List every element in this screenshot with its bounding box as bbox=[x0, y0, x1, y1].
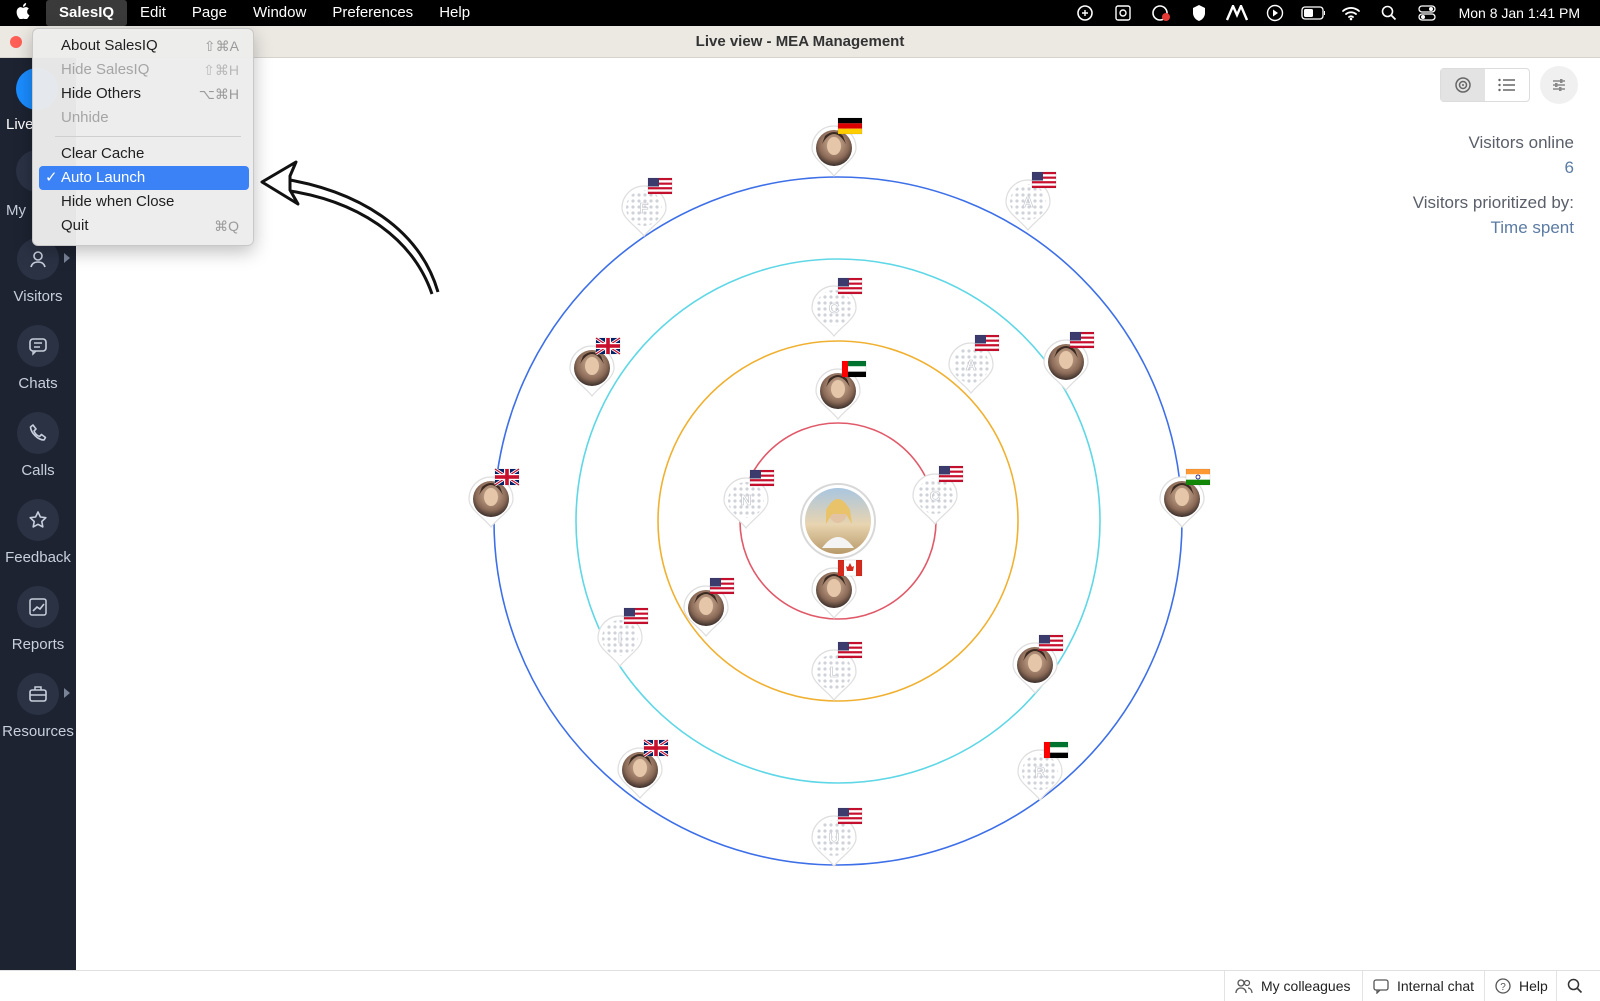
country-flag-icon bbox=[595, 336, 621, 356]
shortcut-label: ⌥⌘H bbox=[198, 86, 239, 102]
visitor-pin[interactable] bbox=[815, 360, 867, 420]
menu-item-label: Hide when Close bbox=[61, 193, 175, 210]
country-flag-icon bbox=[837, 807, 863, 825]
svg-text:?: ? bbox=[1500, 982, 1506, 993]
country-flag-icon bbox=[974, 334, 1000, 352]
visitor-pin[interactable]: L bbox=[811, 641, 863, 701]
visitor-pin[interactable] bbox=[811, 559, 863, 619]
country-flag-icon bbox=[623, 607, 649, 625]
visitor-initial: I bbox=[618, 630, 622, 647]
visitor-pin[interactable] bbox=[617, 738, 669, 799]
visitor-pin[interactable]: C bbox=[912, 465, 964, 525]
visitor-initial: A bbox=[966, 357, 977, 374]
visitor-initial: F bbox=[639, 200, 648, 217]
country-flag-icon bbox=[841, 360, 867, 378]
country-flag-icon bbox=[643, 738, 669, 758]
colleagues-icon bbox=[1235, 979, 1253, 994]
shortcut-label: ⇧⌘H bbox=[203, 62, 239, 78]
visitor-initial: R bbox=[1035, 764, 1046, 781]
colleagues-label: My colleagues bbox=[1261, 978, 1351, 994]
country-flag-icon bbox=[837, 277, 863, 295]
menu-item-hide-when-close[interactable]: Hide when Close bbox=[39, 190, 249, 214]
menu-item-hide-others[interactable]: Hide Others ⌥⌘H bbox=[39, 82, 249, 106]
menu-item-clear-cache[interactable]: Clear Cache bbox=[39, 142, 249, 166]
agent-avatar[interactable] bbox=[800, 483, 876, 559]
my-colleagues-button[interactable]: My colleagues bbox=[1224, 971, 1361, 1001]
visitor-initial: U bbox=[829, 830, 840, 847]
country-flag-icon bbox=[1031, 171, 1057, 189]
bottom-statusbar: My colleagues Internal chat ? Help bbox=[0, 970, 1600, 1001]
visitor-pin[interactable]: C bbox=[811, 277, 863, 337]
menu-item-label: Clear Cache bbox=[61, 145, 145, 162]
internal-chat-button[interactable]: Internal chat bbox=[1362, 971, 1484, 1001]
visitor-initial: L bbox=[829, 664, 838, 681]
visitor-pin[interactable]: F bbox=[621, 177, 673, 237]
country-flag-icon bbox=[938, 465, 964, 483]
help-icon: ? bbox=[1495, 978, 1511, 994]
country-flag-icon bbox=[837, 117, 863, 135]
country-flag-icon bbox=[1185, 468, 1211, 486]
visitor-pin[interactable]: R bbox=[1017, 741, 1069, 801]
visitor-pin[interactable] bbox=[1159, 468, 1211, 528]
menu-separator bbox=[55, 136, 241, 137]
country-flag-icon bbox=[837, 559, 863, 577]
shortcut-label: ⇧⌘A bbox=[203, 38, 239, 54]
visitor-pin[interactable]: U bbox=[811, 807, 863, 867]
menu-item-label: Unhide bbox=[61, 109, 109, 126]
menu-item-label: Hide SalesIQ bbox=[61, 61, 150, 78]
country-flag-icon bbox=[647, 177, 673, 195]
visitor-pin[interactable] bbox=[1043, 331, 1095, 391]
menu-item-label: Hide Others bbox=[61, 85, 142, 102]
country-flag-icon bbox=[709, 577, 735, 595]
salesiq-app-menu: About SalesIQ ⇧⌘A Hide SalesIQ ⇧⌘H Hide Ot… bbox=[32, 28, 254, 246]
visitor-pin[interactable] bbox=[1012, 634, 1064, 694]
search-icon bbox=[1567, 978, 1583, 994]
country-flag-icon bbox=[749, 469, 775, 487]
menu-item-label: Auto Launch bbox=[61, 169, 146, 186]
menu-item-hide-salesiq: Hide SalesIQ ⇧⌘H bbox=[39, 58, 249, 82]
menu-item-label: About SalesIQ bbox=[61, 37, 158, 54]
country-flag-icon bbox=[494, 467, 520, 487]
visitor-initial: N bbox=[741, 492, 752, 509]
help-button[interactable]: ? Help bbox=[1484, 971, 1558, 1001]
visitor-pin[interactable]: A bbox=[948, 334, 1000, 394]
visitor-initial: C bbox=[829, 300, 840, 317]
country-flag-icon bbox=[1038, 634, 1064, 652]
shortcut-label: ⌘Q bbox=[214, 218, 239, 234]
pointer-arrow bbox=[260, 160, 440, 295]
visitor-pin[interactable]: A bbox=[1005, 171, 1057, 231]
visitor-pin[interactable] bbox=[468, 467, 520, 528]
menu-item-about[interactable]: About SalesIQ ⇧⌘A bbox=[39, 34, 249, 58]
country-flag-icon bbox=[1043, 741, 1069, 759]
internal-chat-label: Internal chat bbox=[1397, 978, 1475, 994]
chat-icon bbox=[1373, 979, 1389, 994]
visitor-initial: A bbox=[1023, 194, 1034, 211]
visitor-pin[interactable] bbox=[811, 117, 863, 177]
checkmark-icon: ✓ bbox=[45, 169, 58, 186]
menu-item-label: Quit bbox=[61, 217, 89, 234]
menu-item-auto-launch[interactable]: ✓ Auto Launch bbox=[39, 166, 249, 190]
visitor-pin[interactable]: I bbox=[597, 607, 649, 667]
country-flag-icon bbox=[1069, 331, 1095, 349]
search-button[interactable] bbox=[1556, 971, 1593, 1001]
visitor-pin[interactable] bbox=[683, 577, 735, 637]
country-flag-icon bbox=[837, 641, 863, 659]
visitor-pin[interactable]: N bbox=[723, 469, 775, 529]
menu-item-quit[interactable]: Quit ⌘Q bbox=[39, 214, 249, 238]
help-label: Help bbox=[1519, 978, 1548, 994]
visitor-initial: C bbox=[930, 488, 941, 505]
menu-item-unhide: Unhide bbox=[39, 106, 249, 130]
